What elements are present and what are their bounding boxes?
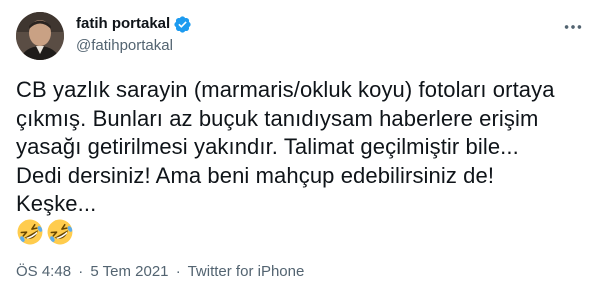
rolling-on-floor-laughing-icon xyxy=(47,219,73,245)
author-block[interactable]: fatih portakal @fatihportakal xyxy=(76,14,192,56)
tweet-text-line: yasağı getirilmesi yakındır. Talimat geç… xyxy=(16,134,519,159)
rolling-on-floor-laughing-icon xyxy=(17,219,43,245)
more-options-icon[interactable] xyxy=(560,14,586,40)
emoji-row xyxy=(16,218,74,246)
tweet-meta: ÖS 4:48 · 5 Tem 2021 · Twitter for iPhon… xyxy=(16,262,304,282)
verified-badge-icon xyxy=(173,15,192,34)
meta-separator: · xyxy=(175,263,181,280)
tweet-time[interactable]: ÖS 4:48 xyxy=(16,263,71,280)
meta-separator: · xyxy=(78,263,84,280)
handle[interactable]: @fatihportakal xyxy=(76,36,192,56)
avatar[interactable] xyxy=(16,12,64,60)
tweet-text: CB yazlık sarayin (marmaris/okluk koyu) … xyxy=(16,76,576,219)
tweet-date[interactable]: 5 Tem 2021 xyxy=(90,263,168,280)
display-name[interactable]: fatih portakal xyxy=(76,14,170,34)
tweet-text-line: çıkmış. Bunları az buçuk tanıdıysam habe… xyxy=(16,105,539,131)
tweet-source[interactable]: Twitter for iPhone xyxy=(188,263,305,280)
tweet-card: fatih portakal @fatihportakal CB yazlık … xyxy=(0,0,598,306)
tweet-text-line: CB yazlık sarayin (marmaris/okluk koyu) … xyxy=(16,77,555,102)
tweet-text-line: Dedi dersiniz! Ama beni mahçup edebilirs… xyxy=(16,162,495,188)
display-name-row: fatih portakal xyxy=(76,14,192,34)
tweet-text-line: Keşke... xyxy=(16,191,97,216)
